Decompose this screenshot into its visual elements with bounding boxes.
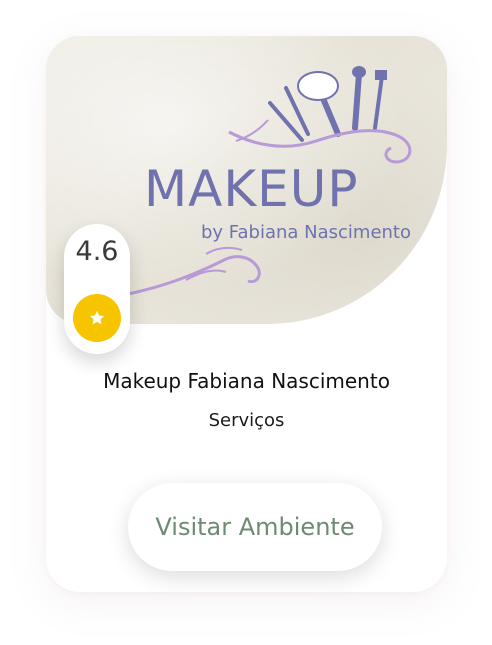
establishment-card: MAKEUP by Fabiana Nascimento 4.6 Makeup …: [46, 36, 447, 592]
category-label: Serviços: [208, 410, 285, 431]
rating-value: 4.6: [75, 236, 119, 267]
rating-badge: 4.6: [64, 224, 130, 354]
logo-subtitle: by Fabiana Nascimento: [201, 222, 412, 243]
visit-ambient-button[interactable]: Visitar Ambiente: [128, 483, 382, 571]
star-badge: [73, 294, 121, 342]
star-icon: [89, 310, 105, 325]
establishment-name: Makeup Fabiana Nascimento: [103, 369, 390, 393]
logo-title: MAKEUP: [144, 160, 359, 218]
